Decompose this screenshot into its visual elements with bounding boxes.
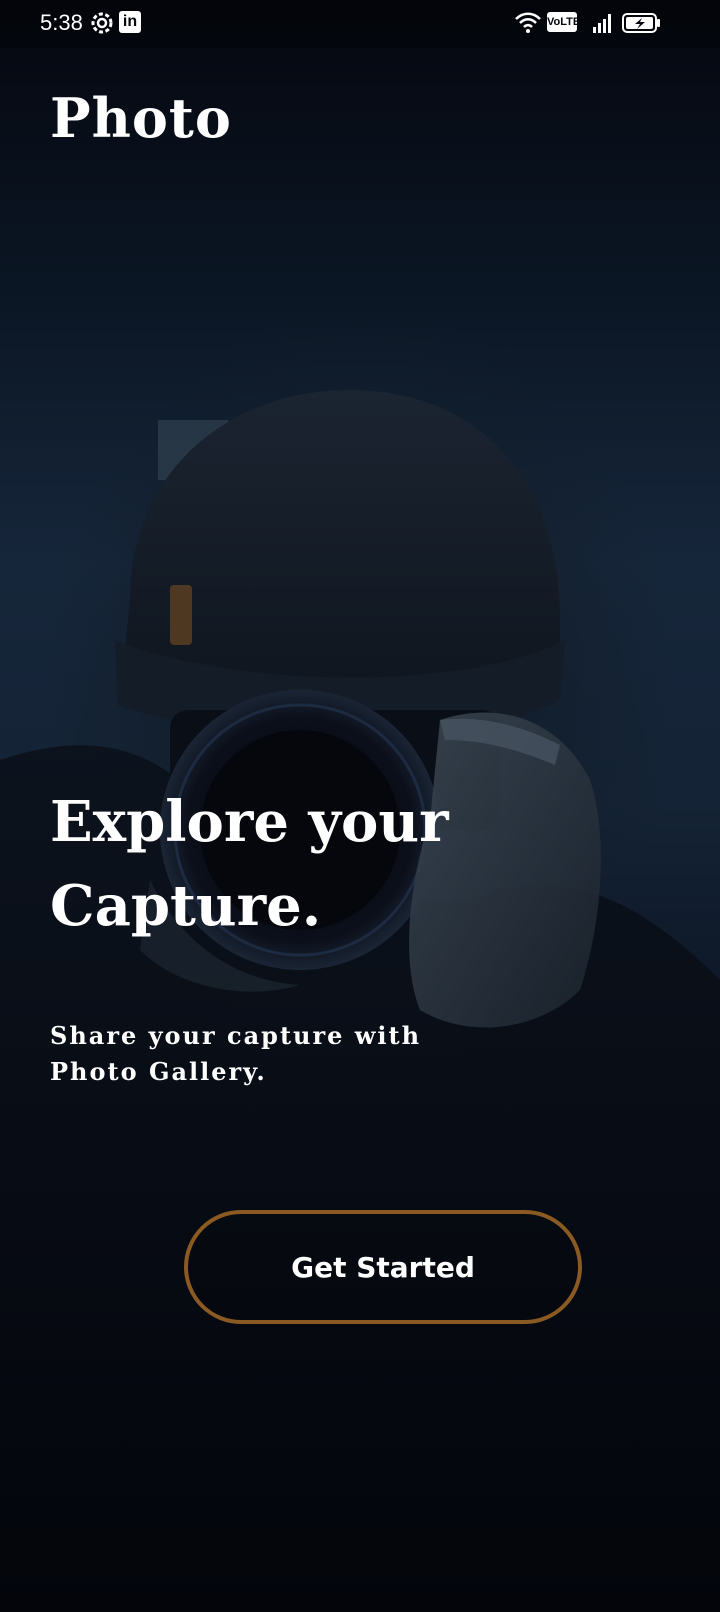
headline-line-2: Capture. <box>50 873 322 939</box>
app-title: Photo <box>50 86 232 150</box>
welcome-screen: 5:38 in VoLTE Photo Explore your Capture… <box>0 0 720 1612</box>
status-time: 5:38 <box>40 10 83 35</box>
battery-charging-icon <box>622 13 660 33</box>
headline: Explore your Capture. <box>50 780 610 948</box>
subtitle-line-1: Share your capture with <box>50 1021 422 1050</box>
linkedin-icon: in <box>119 11 141 33</box>
wifi-icon <box>515 12 541 33</box>
subtitle: Share your capture with Photo Gallery. <box>50 1018 610 1090</box>
get-started-button[interactable]: Get Started <box>184 1210 582 1324</box>
settings-icon <box>91 12 113 34</box>
status-bar: 5:38 in VoLTE <box>0 0 720 48</box>
volte-icon: VoLTE <box>547 12 580 32</box>
headline-line-1: Explore your <box>50 789 449 855</box>
subtitle-line-2: Photo Gallery. <box>50 1057 267 1086</box>
signal-icon <box>593 14 611 33</box>
